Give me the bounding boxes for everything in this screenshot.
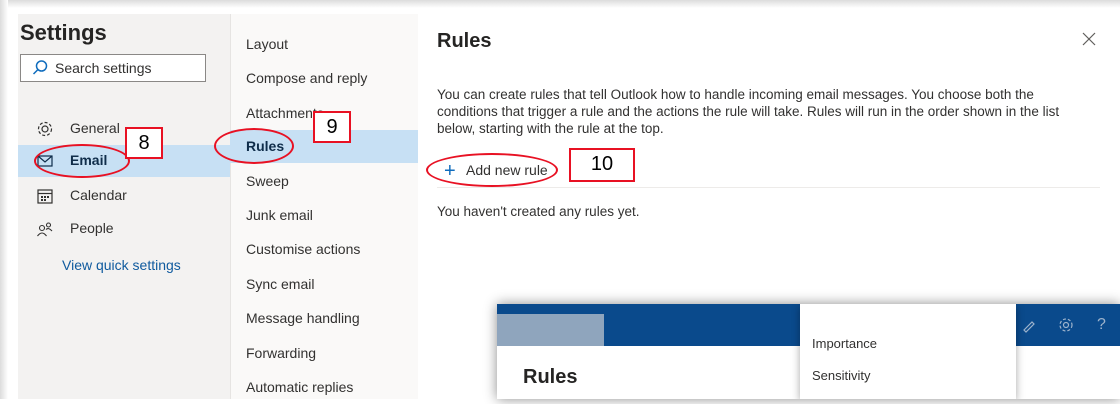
- empty-rules-message: You haven't created any rules yet.: [437, 204, 640, 219]
- nav-item-general[interactable]: General: [18, 113, 230, 145]
- view-quick-settings-link[interactable]: View quick settings: [62, 257, 181, 273]
- menu-item-label: Message handling: [246, 310, 360, 326]
- settings-title: Settings: [20, 20, 107, 45]
- gear-icon: [1059, 318, 1073, 332]
- help-icon: ?: [1097, 316, 1106, 333]
- menu-item-junk-email[interactable]: Junk email: [230, 199, 418, 232]
- calendar-icon: [37, 189, 53, 204]
- callout-10: 10: [569, 148, 635, 182]
- condition-dropdown[interactable]: Importance Sensitivity: [800, 304, 1016, 399]
- people-icon: [37, 222, 53, 237]
- menu-item-label: Layout: [246, 36, 289, 52]
- menu-item-label: Compose and reply: [246, 70, 368, 86]
- callout-9: 9: [313, 111, 351, 143]
- inset-rules-title: Rules: [523, 366, 578, 388]
- divider: [437, 187, 1100, 188]
- callout-8: 8: [125, 127, 163, 159]
- rules-description: You can create rules that tell Outlook h…: [437, 87, 1060, 136]
- menu-item-compose-and-reply[interactable]: Compose and reply: [230, 62, 418, 95]
- menu-item-sweep[interactable]: Sweep: [230, 165, 418, 198]
- search-placeholder: Search settings: [55, 60, 152, 76]
- annotation-ellipse-rules: [214, 128, 294, 164]
- menu-item-forwarding[interactable]: Forwarding: [230, 337, 418, 370]
- option-sensitivity[interactable]: Sensitivity: [812, 368, 871, 383]
- menu-item-label: Forwarding: [246, 345, 317, 361]
- left-shadow: [0, 0, 8, 399]
- annotation-ellipse-add-rule: [426, 153, 558, 187]
- dictate-icon: [1023, 321, 1035, 333]
- search-settings-input[interactable]: Search settings: [20, 54, 206, 82]
- gear-icon: [37, 121, 53, 137]
- inset-screenshot: ? Rules Importance Sensitivity: [497, 304, 1120, 399]
- menu-item-label: Customise actions: [246, 241, 361, 257]
- menu-item-label: Junk email: [246, 207, 313, 223]
- rules-title: Rules: [437, 30, 492, 52]
- inset-tab: [497, 314, 604, 346]
- menu-item-sync-email[interactable]: Sync email: [230, 268, 418, 301]
- option-importance[interactable]: Importance: [812, 336, 877, 351]
- menu-item-customise-actions[interactable]: Customise actions: [230, 233, 418, 266]
- nav-item-calendar[interactable]: Calendar: [18, 180, 230, 212]
- nav-label: Calendar: [70, 187, 127, 203]
- annotation-ellipse-email: [34, 144, 130, 178]
- menu-item-label: Automatic replies: [246, 379, 354, 395]
- nav-label: General: [70, 120, 120, 136]
- menu-item-label: Sweep: [246, 173, 289, 189]
- nav-label: People: [70, 220, 114, 236]
- top-shadow: [0, 0, 1120, 8]
- menu-item-message-handling[interactable]: Message handling: [230, 302, 418, 335]
- menu-item-label: Sync email: [246, 276, 315, 292]
- menu-item-layout[interactable]: Layout: [230, 28, 418, 61]
- nav-item-people[interactable]: People: [18, 213, 230, 245]
- search-icon: [32, 60, 48, 75]
- close-icon[interactable]: [1080, 30, 1098, 48]
- menu-item-automatic-replies[interactable]: Automatic replies: [230, 371, 418, 404]
